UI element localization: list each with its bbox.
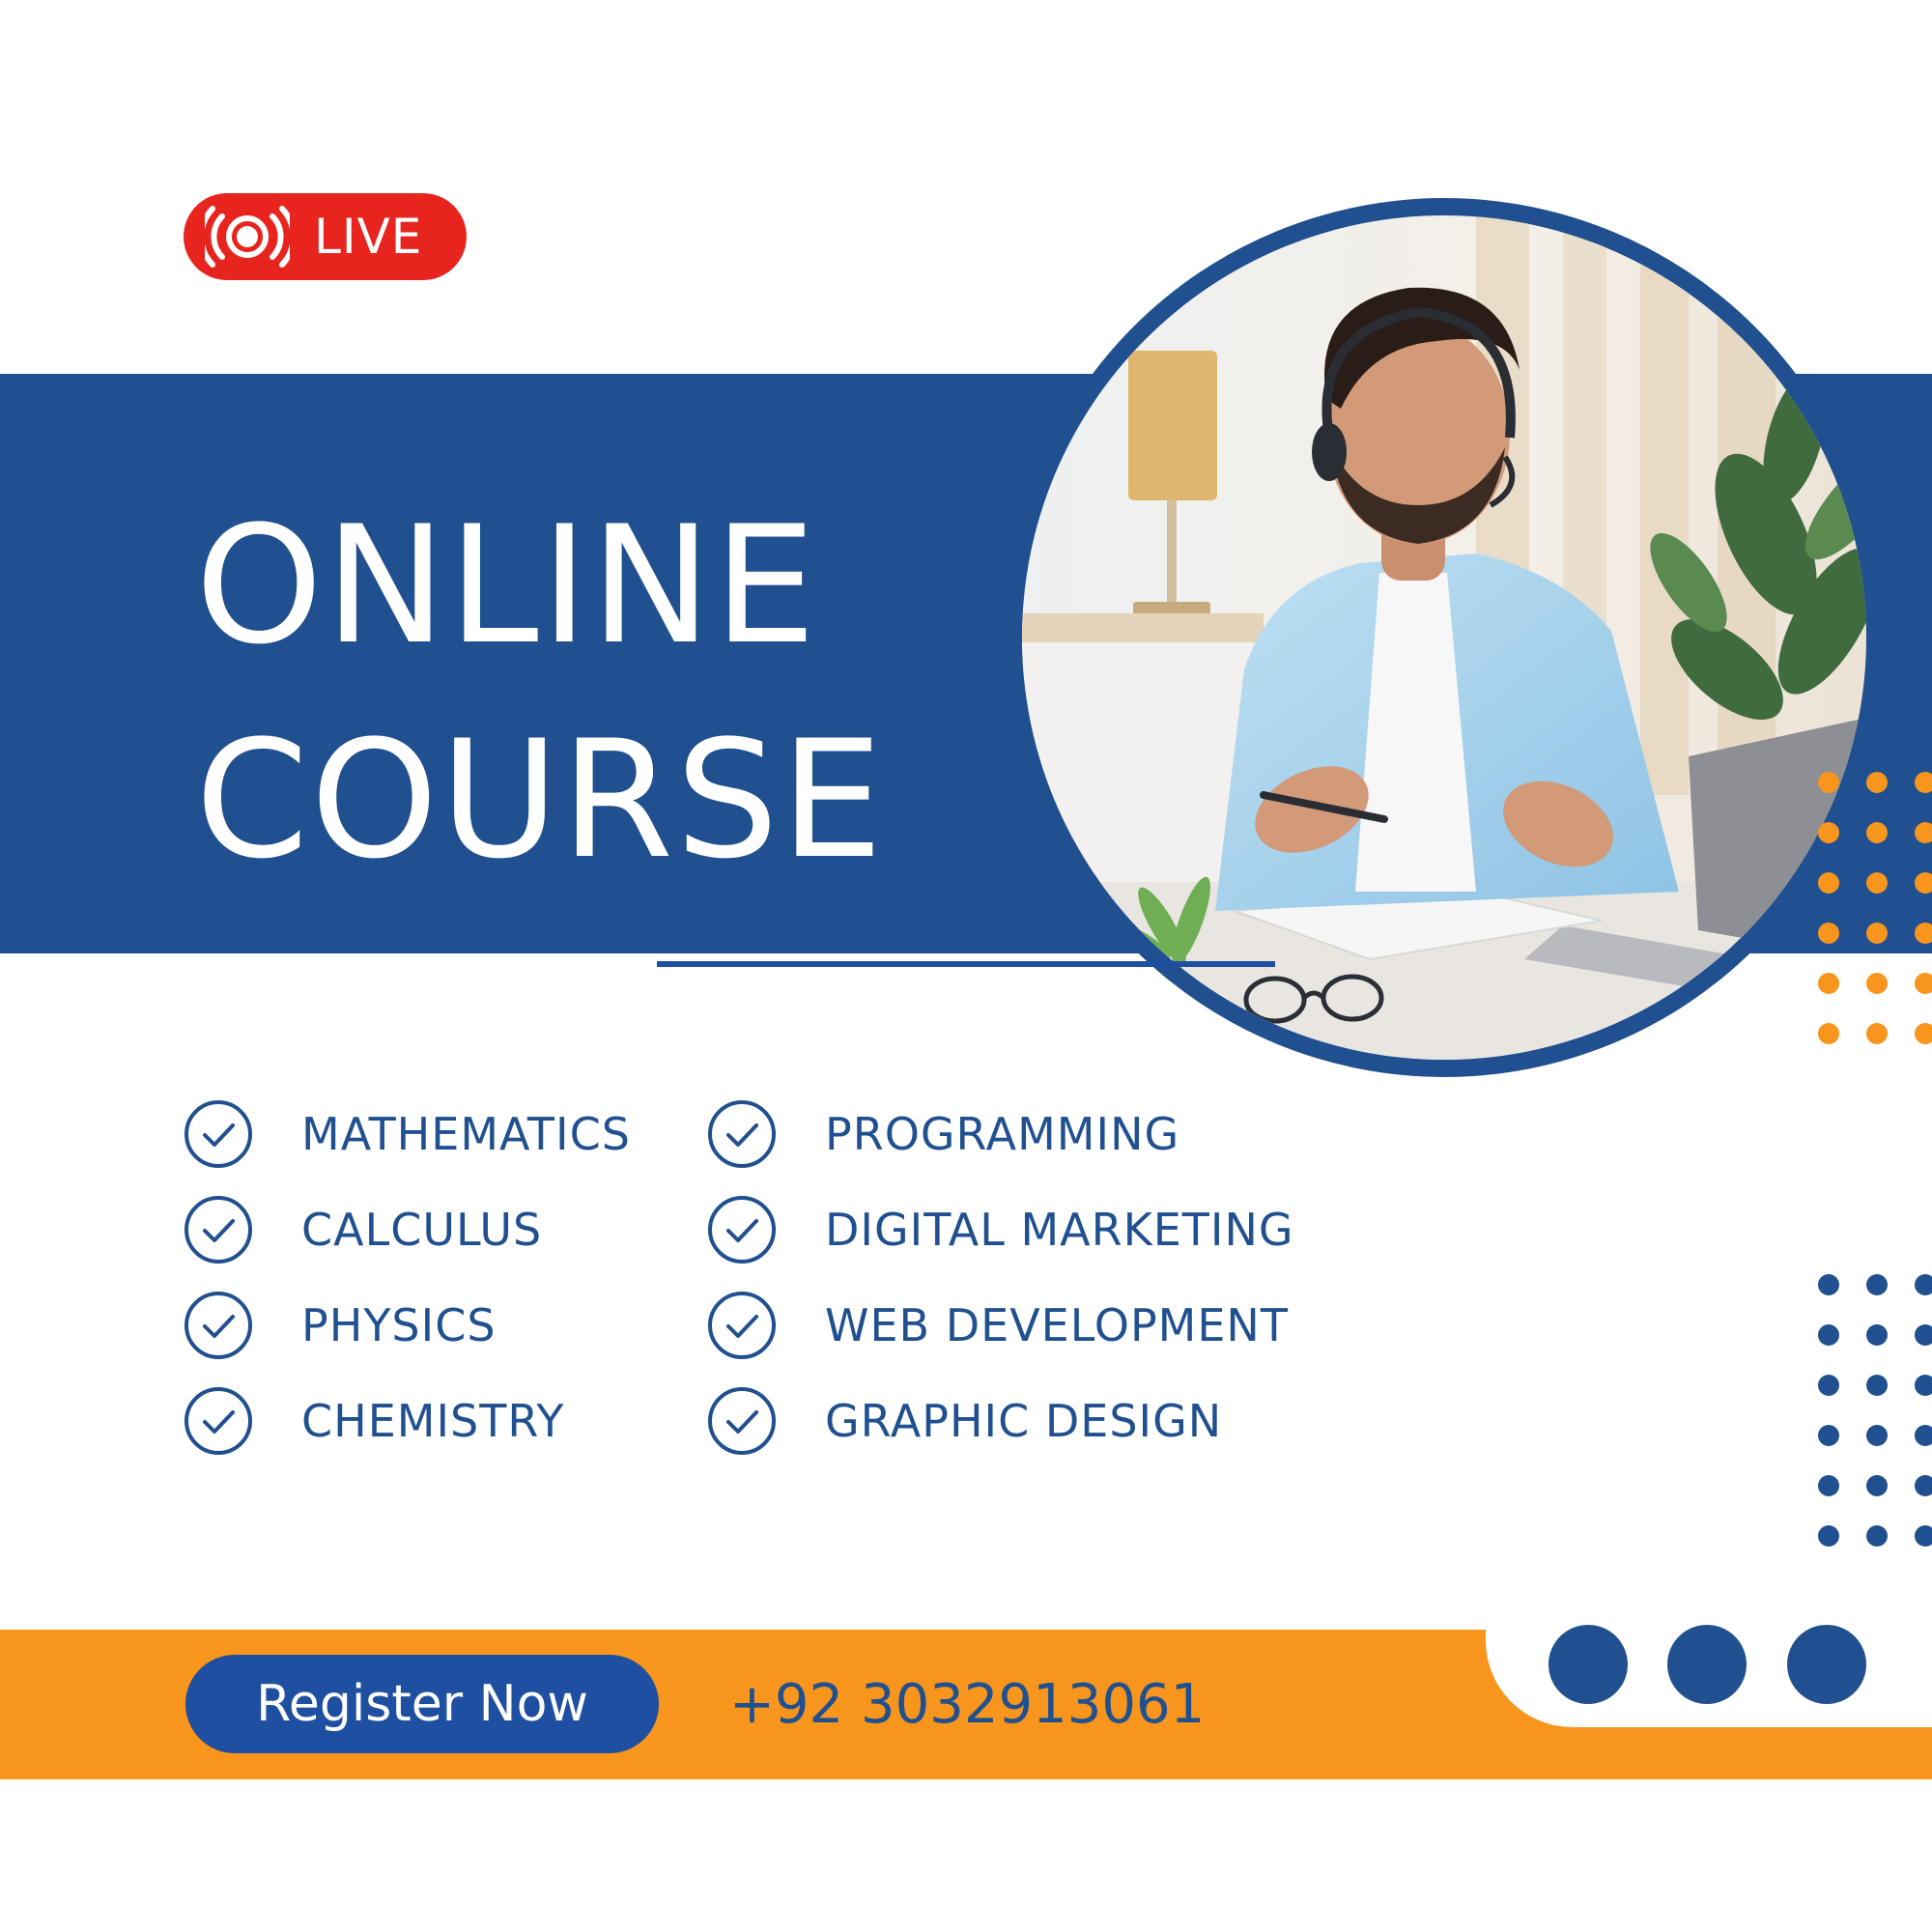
- online-course-flyer: LIVE ONLINE COURSE MATHEMATICS CALCULUS …: [0, 0, 1932, 1932]
- list-item: GRAPHIC DESIGN: [707, 1386, 1294, 1456]
- orange-dot-pattern: [1818, 772, 1932, 1044]
- decorative-dot: [1548, 1625, 1628, 1704]
- course-list-left: MATHEMATICS CALCULUS PHYSICS CHEMISTRY: [184, 1099, 631, 1482]
- decorative-underline: [657, 961, 1275, 967]
- title-line-1: ONLINE: [195, 491, 818, 680]
- check-circle-icon: [185, 1100, 252, 1168]
- course-label: CHEMISTRY: [301, 1395, 565, 1447]
- photo-illustration: [1022, 215, 1866, 1060]
- list-item: DIGITAL MARKETING: [707, 1195, 1294, 1264]
- course-label: PHYSICS: [301, 1299, 497, 1351]
- live-badge: LIVE: [184, 193, 467, 280]
- list-item: PROGRAMMING: [707, 1099, 1294, 1169]
- live-label: LIVE: [314, 209, 423, 265]
- register-now-button[interactable]: Register Now: [185, 1655, 659, 1753]
- photo-man-with-headset: [1022, 215, 1866, 1060]
- check-circle-icon: [185, 1196, 252, 1264]
- live-broadcast-icon: [205, 206, 290, 268]
- check-circle-icon: [708, 1196, 776, 1264]
- check-circle-icon: [708, 1292, 776, 1359]
- course-list-right: PROGRAMMING DIGITAL MARKETING WEB DEVELO…: [707, 1099, 1294, 1482]
- list-item: MATHEMATICS: [184, 1099, 631, 1169]
- title-line-2: COURSE: [195, 705, 886, 895]
- phone-number: +92 3032913061: [729, 1673, 1206, 1736]
- course-label: DIGITAL MARKETING: [825, 1204, 1294, 1256]
- list-item: PHYSICS: [184, 1291, 631, 1360]
- course-label: PROGRAMMING: [825, 1108, 1180, 1160]
- course-label: CALCULUS: [301, 1204, 543, 1256]
- course-label: MATHEMATICS: [301, 1108, 631, 1160]
- blue-dot-pattern: [1818, 1274, 1932, 1547]
- course-label: WEB DEVELOPMENT: [825, 1299, 1289, 1351]
- check-circle-icon: [708, 1100, 776, 1168]
- check-circle-icon: [185, 1292, 252, 1359]
- course-label: GRAPHIC DESIGN: [825, 1395, 1223, 1447]
- list-item: CHEMISTRY: [184, 1386, 631, 1456]
- decorative-dot: [1787, 1625, 1866, 1704]
- list-item: WEB DEVELOPMENT: [707, 1291, 1294, 1360]
- list-item: CALCULUS: [184, 1195, 631, 1264]
- check-circle-icon: [185, 1387, 252, 1455]
- decorative-dot: [1667, 1625, 1747, 1704]
- check-circle-icon: [708, 1387, 776, 1455]
- page-title: ONLINE COURSE: [195, 478, 885, 907]
